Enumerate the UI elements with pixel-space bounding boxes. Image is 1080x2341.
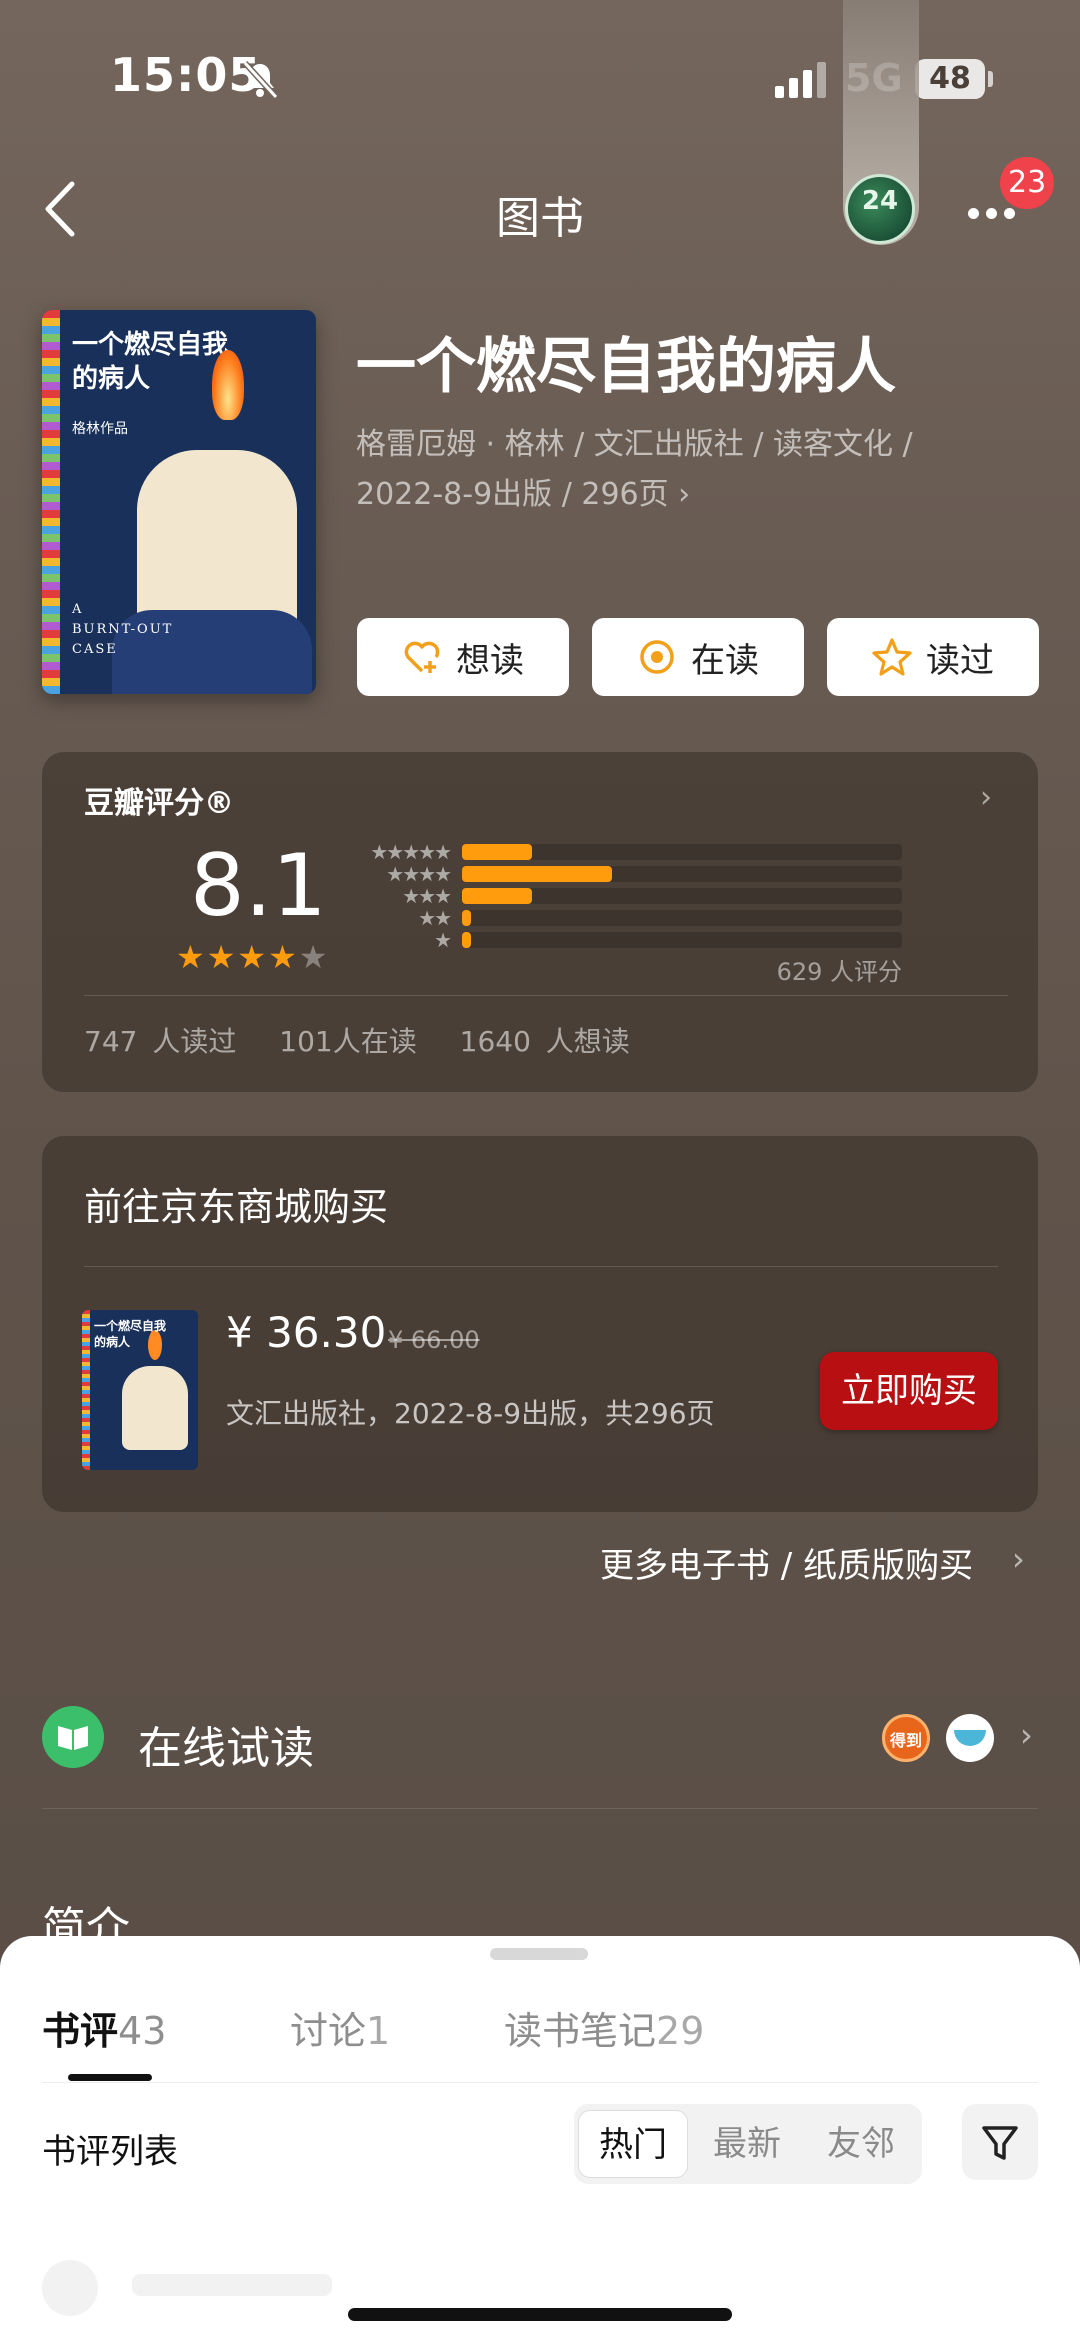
divider [84,995,1008,996]
sheet-grab-handle[interactable] [490,1948,588,1960]
rating-label: 豆瓣评分® [84,786,234,821]
buy-now-button[interactable]: 立即购买 [820,1352,998,1430]
star-outline-icon [872,638,912,676]
divider [42,2082,1038,2083]
book-meta[interactable]: 格雷厄姆 · 格林 / 文汇出版社 / 读客文化 / 2022-8-9出版 / … [356,420,1046,520]
more-icon[interactable] [968,204,1022,223]
bar-label-4: ★★★★ [386,862,452,886]
rating-bar-2 [462,910,902,926]
rating-bar-fill [462,932,471,948]
partner-wave-icon [946,1714,994,1762]
want-to-read-label: 想读 [456,640,524,681]
cover-flame [212,350,244,420]
filter-icon [982,2126,1018,2160]
signal-icon [775,62,826,98]
book-title: 一个燃尽自我的病人 [356,332,896,402]
target-icon [640,640,674,674]
reading-button[interactable]: 在读 [592,618,804,696]
cover-stripes [42,310,60,694]
chevron-right-icon[interactable]: › [1020,1716,1033,1754]
home-indicator[interactable] [348,2308,732,2321]
battery-nub [988,71,993,87]
rating-bar-fill [462,866,612,882]
sort-latest[interactable]: 最新 [692,2110,802,2178]
review-avatar-placeholder [42,2260,98,2316]
reader-stats: 747 人读过 101人在读 1640 人想读 [84,1020,658,1060]
divider [84,1266,998,1267]
want-count: 1640 人想读 [459,1025,630,1058]
bar-label-5: ★★★★★ [370,840,452,864]
bar-label-1: ★ [434,928,452,952]
tab-indicator [68,2074,152,2081]
online-read-label[interactable]: 在线试读 [138,1712,314,1776]
tab-discussion[interactable]: 讨论1 [290,2000,390,2055]
rating-bar-fill [462,910,471,926]
cover-english-title: A BURNT-OUT CASE [72,602,174,657]
chevron-right-icon[interactable]: › [980,780,992,815]
rating-bar-3 [462,888,902,904]
partner-dedao-icon: 得到 [882,1714,930,1762]
rating-bar-5 [462,844,902,860]
review-name-placeholder [132,2274,332,2296]
price: ¥ 36.30 [226,1308,387,1357]
book-meta-line2: 2022-8-9出版 / 296页 › [356,477,691,512]
book-cover[interactable]: 一个燃尽自我 的病人 格林作品 A BURNT-OUT CASE [42,310,316,694]
bar-label-2: ★★ [418,906,452,930]
chevron-right-icon[interactable]: › [1012,1540,1025,1578]
tab-reviews[interactable]: 书评43 [42,2000,166,2055]
tab-reading-notes[interactable]: 读书笔记29 [504,2000,704,2055]
sort-friends[interactable]: 友邻 [806,2110,916,2178]
star-filled-icon: ★ [237,938,269,976]
rating-score: 8.1 [190,836,327,936]
divider [42,1808,1038,1809]
star-filled-icon: ★ [268,938,299,976]
rating-stars: ★★★★★ [176,938,329,976]
chevron-right-icon: › [678,477,691,512]
star-filled-icon: ★ [176,938,207,976]
want-to-read-button[interactable]: 想读 [357,618,569,696]
original-price: ¥ 66.00 [388,1326,480,1354]
more-purchase-link[interactable]: 更多电子书 / 纸质版购买 [600,1538,973,1587]
bar-label-3: ★★★ [402,884,452,908]
reading-label: 在读 [691,640,759,681]
heart-plus-icon [404,641,440,673]
book-meta-line1: 格雷厄姆 · 格林 / 文汇出版社 / 读客文化 / [356,427,913,462]
rating-count: 629 人评分 [776,958,902,986]
reading-count: 101人在读 [279,1025,417,1058]
status-time: 15:05 [110,48,262,102]
sort-hot[interactable]: 热门 [578,2110,688,2178]
rating-bar-1 [462,932,902,948]
rating-bar-fill [462,888,533,904]
read-count: 747 人读过 [84,1025,237,1058]
cover-title: 一个燃尽自我 的病人 [72,330,229,394]
read-button[interactable]: 读过 [827,618,1039,696]
notification-badge: 23 [1000,157,1055,209]
star-filled-icon: ★ [206,938,238,976]
rating-bar-4 [462,866,902,882]
filter-button[interactable] [962,2104,1038,2180]
battery-icon: 48 [915,59,985,99]
review-list-label: 书评列表 [42,2132,178,2172]
star-empty-icon: ★ [298,938,330,976]
bell-muted-icon [242,60,279,100]
buy-title[interactable]: 前往京东商城购买 [84,1176,388,1231]
page-title: 图书 [496,193,584,244]
read-label: 读过 [926,640,994,681]
rating-bar-fill [462,844,533,860]
cover-author: 格林作品 [72,421,128,437]
book-open-icon [42,1706,104,1768]
buy-meta: 文汇出版社，2022-8-9出版，共296页 [226,1397,715,1430]
buy-book-thumbnail: 一个燃尽自我 的病人 [82,1310,198,1470]
